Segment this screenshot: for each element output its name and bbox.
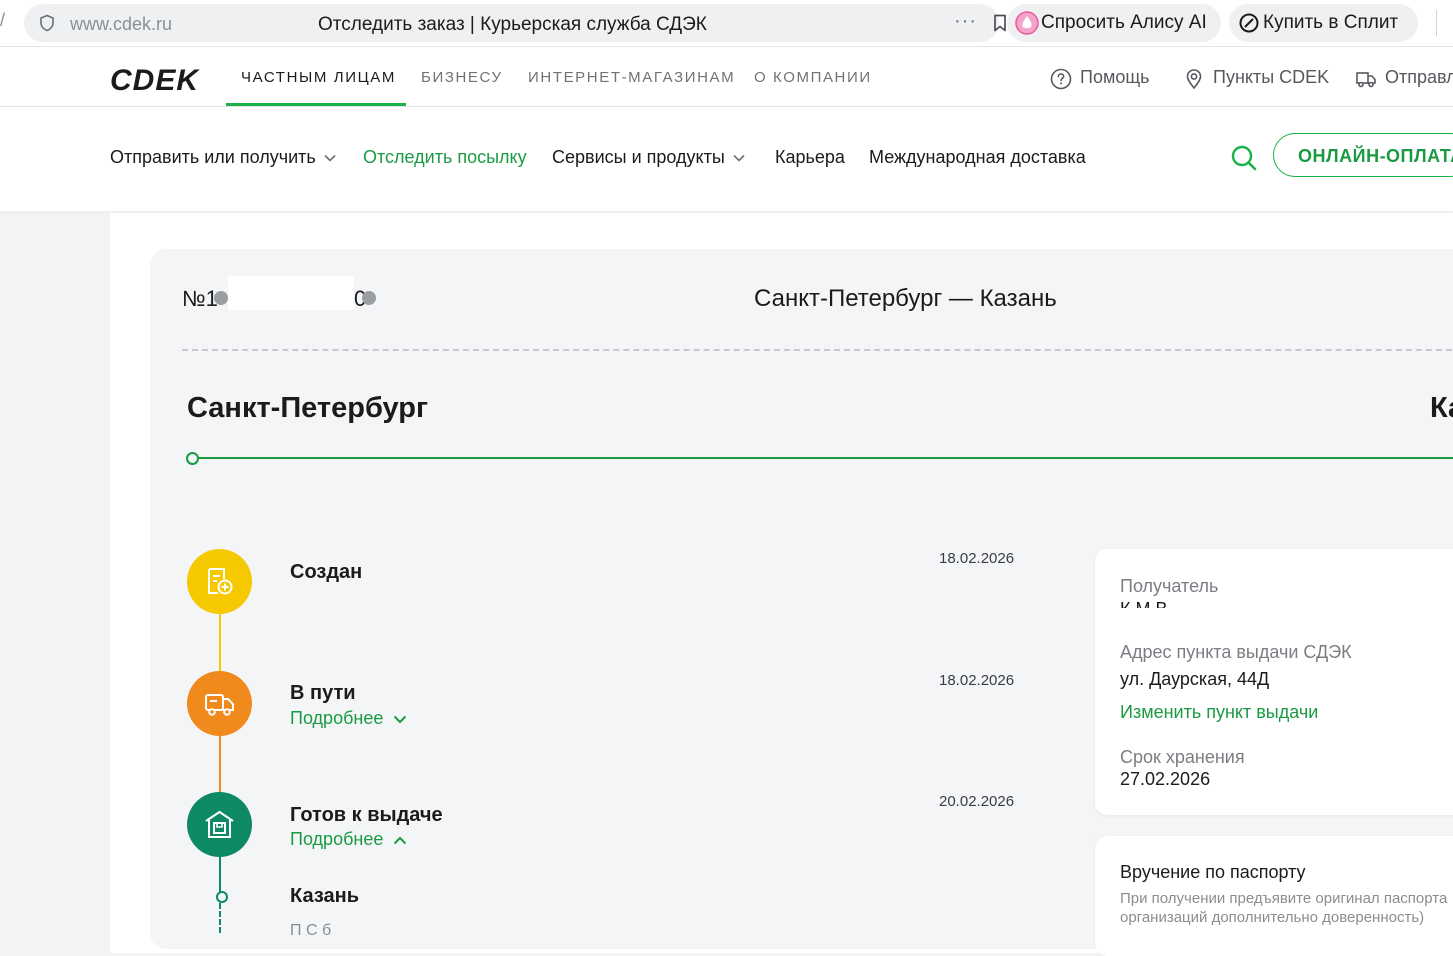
menu-send-receive-label: Отправить или получить <box>110 147 316 167</box>
chevron-up-icon <box>394 836 407 844</box>
status-ready-more-label: Подробнее <box>290 829 384 849</box>
pickup-address-value: ул. Даурская, 44Д <box>1120 669 1270 689</box>
chevron-down-icon <box>733 155 745 162</box>
passport-card-line1: При получении предъявите оригинал паспор… <box>1120 890 1448 907</box>
tab-private-persons[interactable]: ЧАСТНЫМ ЛИЦАМ <box>241 69 396 86</box>
address-bar[interactable]: www.cdek.ru Отследить заказ | Курьерская… <box>24 4 1006 42</box>
status-ready-title: Готов к выдаче <box>290 804 443 826</box>
dashed-divider <box>182 349 1453 351</box>
status-created-circle <box>187 549 252 614</box>
toolbar-divider <box>1436 10 1437 36</box>
status-created-title: Создан <box>290 561 363 583</box>
order-number-prefix: № <box>182 286 206 311</box>
origin-city: Санкт-Петербург <box>187 392 429 424</box>
status-detail-cut-text: П С б <box>290 922 332 939</box>
truck-icon <box>205 694 234 716</box>
timeline-connector-yellow <box>219 612 221 674</box>
warehouse-icon <box>205 810 234 838</box>
search-icon[interactable] <box>1229 143 1259 173</box>
url-text[interactable]: www.cdek.ru <box>70 14 172 35</box>
status-ready-more-link[interactable]: Подробнее <box>290 829 407 850</box>
passport-card-line2: организаций дополнительно доверенность) <box>1120 909 1425 926</box>
ask-alice-label: Спросить Алису AI <box>1041 12 1207 33</box>
status-ready-circle <box>187 792 252 857</box>
tab-business[interactable]: БИЗНЕСУ <box>421 69 503 86</box>
change-pickup-point-link[interactable]: Изменить пункт выдачи <box>1120 702 1318 723</box>
more-icon[interactable]: ··· <box>954 10 977 33</box>
split-icon <box>1239 13 1259 33</box>
cdek-points-label: Пункты CDEK <box>1213 67 1330 87</box>
storage-period-label: Срок хранения <box>1120 747 1245 767</box>
route-start-dot <box>186 452 199 465</box>
status-ready-date: 20.02.2026 <box>939 793 1015 810</box>
recipient-label: Получатель <box>1120 576 1219 596</box>
active-tab-indicator <box>226 103 406 106</box>
status-in-transit-title: В пути <box>290 682 356 704</box>
shield-icon[interactable] <box>38 14 56 32</box>
timeline-connector-dashed <box>219 903 221 933</box>
buy-split-button[interactable]: Купить в Сплит <box>1229 4 1418 42</box>
redaction-blur-right <box>362 291 376 305</box>
status-created-date: 18.02.2026 <box>939 550 1015 567</box>
menu-career[interactable]: Карьера <box>775 147 845 168</box>
storage-period-value: 27.02.2026 <box>1120 769 1211 789</box>
cdek-logo[interactable]: CDEK <box>110 64 199 98</box>
online-payment-button[interactable]: ОНЛАЙН-ОПЛАТА <box>1273 133 1453 177</box>
chevron-down-icon <box>394 715 407 724</box>
buy-split-label: Купить в Сплит <box>1263 12 1399 33</box>
redacted-order-digits <box>228 276 354 310</box>
passport-card: Вручение по паспорту При получении предъ… <box>1095 836 1453 956</box>
menu-international-delivery[interactable]: Международная доставка <box>869 147 1086 168</box>
passport-card-title: Вручение по паспорту <box>1120 862 1306 882</box>
status-in-transit-date: 18.02.2026 <box>939 672 1015 689</box>
recipient-value: К.М.В. <box>1120 599 1173 608</box>
truck-icon <box>1356 72 1376 88</box>
browser-toolbar: / www.cdek.ru Отследить заказ | Курьерск… <box>0 0 1453 47</box>
route-title: Санкт-Петербург — Казань <box>754 285 1057 312</box>
site-header: CDEK ЧАСТНЫМ ЛИЦАМ БИЗНЕСУ ИНТЕРНЕТ-МАГА… <box>0 47 1453 107</box>
pickup-address-label: Адрес пункта выдачи СДЭК <box>1120 642 1352 662</box>
menu-send-receive[interactable]: Отправить или получить <box>110 147 336 168</box>
destination-city: Ка <box>1430 392 1453 424</box>
document-add-icon <box>208 568 233 595</box>
help-label: Помощь <box>1080 67 1150 87</box>
tab-about-company[interactable]: О КОМПАНИИ <box>754 69 872 86</box>
tab-online-stores[interactable]: ИНТЕРНЕТ-МАГАЗИНАМ <box>528 69 735 86</box>
order-number: №1 <box>182 286 218 312</box>
timeline-connector-teal <box>219 856 221 892</box>
send-label: Отправл <box>1385 67 1453 87</box>
status-detail-city: Казань <box>290 885 359 907</box>
city-step-dot <box>216 891 228 903</box>
status-in-transit-more-label: Подробнее <box>290 708 384 728</box>
ask-alice-button[interactable]: Спросить Алису AI <box>1007 4 1221 42</box>
route-progress-line <box>192 457 1453 459</box>
menu-services-label: Сервисы и продукты <box>552 147 725 167</box>
timeline-connector-orange <box>219 735 221 797</box>
status-in-transit-circle <box>187 671 252 736</box>
location-pin-icon <box>1186 69 1202 90</box>
recipient-card: Получатель К.М.В. Адрес пункта выдачи СД… <box>1095 549 1453 815</box>
status-in-transit-more-link[interactable]: Подробнее <box>290 708 407 729</box>
menu-services-products[interactable]: Сервисы и продукты <box>552 147 745 168</box>
left-edge-glyph: / <box>0 10 6 30</box>
help-icon <box>1050 68 1072 90</box>
redaction-blur-left <box>214 291 228 305</box>
menu-track-parcel[interactable]: Отследить посылку <box>363 147 527 168</box>
alice-icon <box>1015 11 1039 35</box>
page-title-text: Отследить заказ | Курьерская служба СДЭК <box>318 14 707 35</box>
chevron-down-icon <box>324 155 336 162</box>
main-menu: Отправить или получить Отследить посылку… <box>0 107 1453 211</box>
